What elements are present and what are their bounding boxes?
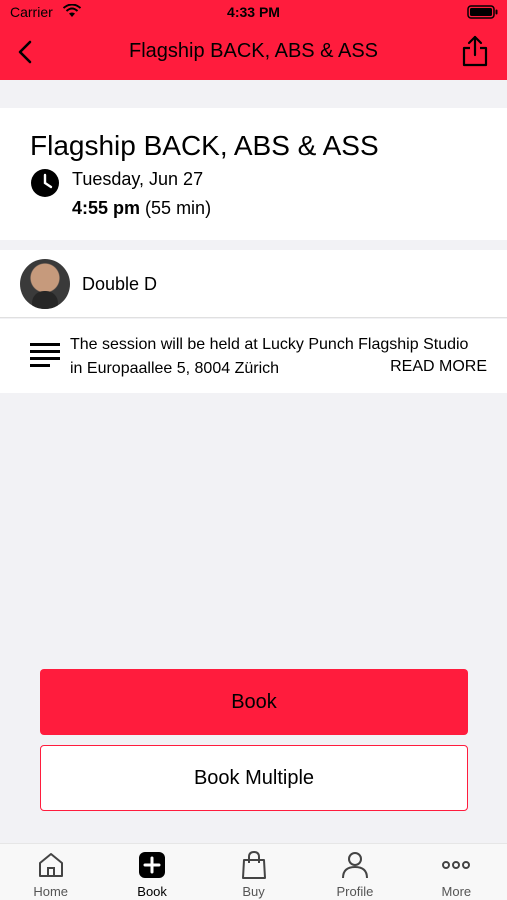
tab-buy[interactable]: Buy — [203, 844, 304, 900]
tab-more-label: More — [441, 884, 472, 899]
event-time-row: 4:55 pm (55 min) — [72, 198, 211, 219]
instructor-avatar — [20, 259, 70, 309]
more-dots-icon — [442, 861, 471, 869]
person-icon — [341, 852, 368, 879]
text-lines-icon — [30, 343, 60, 367]
tab-book[interactable]: Book — [101, 844, 202, 900]
book-button[interactable]: Book — [40, 669, 468, 735]
event-duration: (55 min) — [145, 198, 212, 218]
back-arrow-icon[interactable] — [12, 38, 40, 66]
description-row: The session will be held at Lucky Punch … — [0, 319, 507, 393]
share-icon[interactable] — [459, 34, 491, 68]
tab-home[interactable]: Home — [0, 844, 101, 900]
tab-profile[interactable]: Profile — [304, 844, 405, 900]
tab-buy-label: Buy — [242, 884, 265, 899]
nav-title: Flagship BACK, ABS & ASS — [128, 40, 378, 62]
tab-bar: Home Book Buy Profile More — [0, 843, 507, 900]
instructor-row[interactable]: Double D — [0, 250, 507, 318]
read-more-link[interactable]: READ MORE — [384, 358, 487, 376]
event-time: 4:55 pm — [72, 198, 141, 218]
tab-profile-label: Profile — [336, 884, 374, 899]
plus-square-icon — [139, 852, 166, 878]
tab-more[interactable]: More — [406, 844, 507, 900]
tab-home-label: Home — [33, 884, 69, 899]
clock-icon — [31, 169, 59, 197]
battery-icon — [467, 5, 498, 19]
home-icon — [38, 853, 63, 877]
status-time: 4:33 PM — [227, 4, 280, 20]
event-header-card: Flagship BACK, ABS & ASS Tuesday, Jun 27… — [0, 108, 507, 240]
status-bar: Carrier 4:33 PM — [0, 0, 507, 24]
instructor-name: Double D — [82, 274, 158, 294]
shopping-bag-icon — [241, 850, 266, 879]
event-date: Tuesday, Jun 27 — [72, 169, 204, 189]
book-multiple-button[interactable]: Book Multiple — [40, 745, 468, 811]
nav-bar: Flagship BACK, ABS & ASS — [0, 24, 507, 80]
event-title: Flagship BACK, ABS & ASS — [30, 130, 379, 161]
tab-book-label: Book — [137, 884, 167, 899]
